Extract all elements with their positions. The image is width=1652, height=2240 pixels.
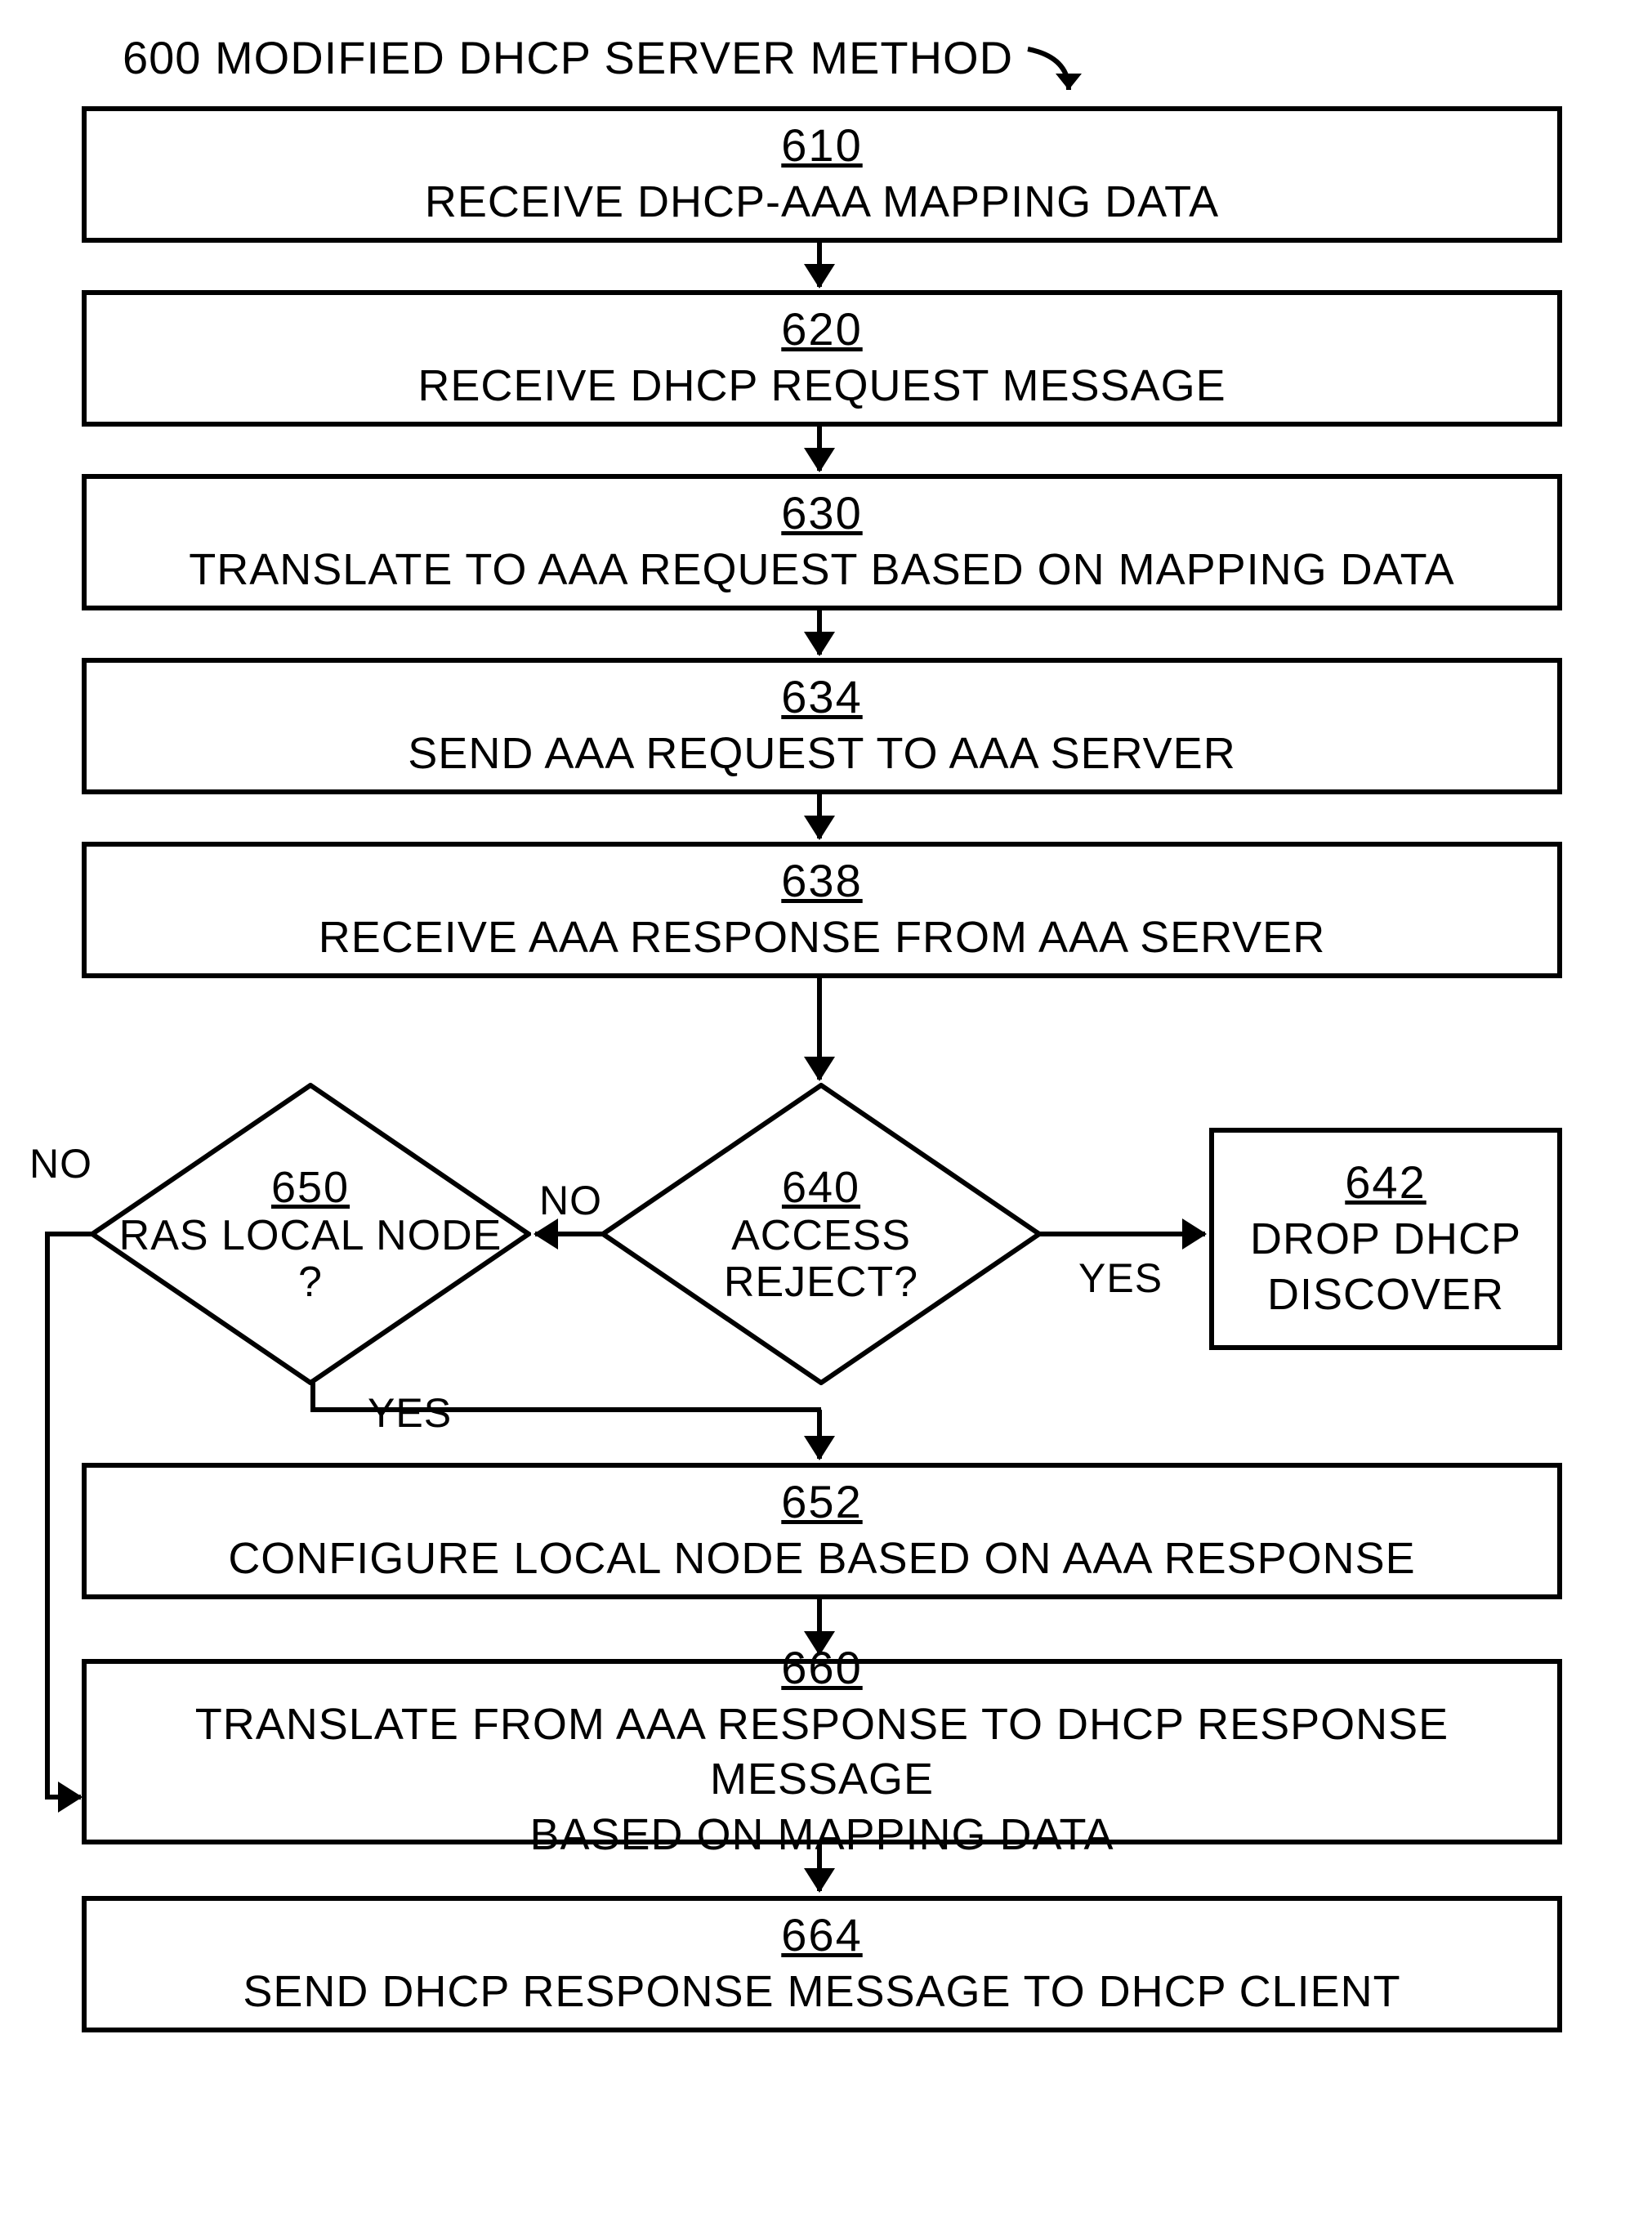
step-number: 634 <box>781 670 862 723</box>
arrow-left-icon <box>535 1232 605 1236</box>
step-660: 660 TRANSLATE FROM AAA RESPONSE TO DHCP … <box>82 1659 1562 1844</box>
step-number: 664 <box>781 1908 862 1961</box>
connector-line <box>310 1383 315 1407</box>
step-642: 642 DROP DHCP DISCOVER <box>1209 1128 1562 1350</box>
step-text: TRANSLATE TO AAA REQUEST BASED ON MAPPIN… <box>189 543 1454 598</box>
arrow-down-icon <box>817 789 822 838</box>
connector-line <box>45 1232 50 1800</box>
step-number: 630 <box>781 486 862 539</box>
step-text: DROP DHCP DISCOVER <box>1250 1212 1521 1322</box>
step-text: RECEIVE DHCP-AAA MAPPING DATA <box>425 175 1219 230</box>
step-text: SEND AAA REQUEST TO AAA SERVER <box>408 727 1235 782</box>
step-610: 610 RECEIVE DHCP-AAA MAPPING DATA <box>82 106 1562 243</box>
step-number: 652 <box>781 1475 862 1528</box>
step-number: 660 <box>781 1641 862 1694</box>
arrow-right-icon <box>45 1795 81 1800</box>
label-yes: YES <box>1078 1254 1163 1302</box>
label-no: NO <box>539 1177 602 1224</box>
step-number: 640 <box>782 1162 860 1213</box>
step-630: 630 TRANSLATE TO AAA REQUEST BASED ON MA… <box>82 474 1562 610</box>
arrow-down-icon <box>817 238 822 287</box>
step-638: 638 RECEIVE AAA RESPONSE FROM AAA SERVER <box>82 842 1562 978</box>
step-text: ACCESS REJECT? <box>724 1213 918 1306</box>
connector-line <box>310 1407 821 1412</box>
arrow-down-icon <box>817 1840 822 1891</box>
step-652: 652 CONFIGURE LOCAL NODE BASED ON AAA RE… <box>82 1463 1562 1599</box>
step-number: 620 <box>781 302 862 355</box>
decision-640: 640 ACCESS REJECT? <box>601 1083 1042 1385</box>
decision-650: 650 RAS LOCAL NODE ? <box>90 1083 531 1385</box>
arrow-down-icon <box>817 973 822 1080</box>
step-text: RECEIVE DHCP REQUEST MESSAGE <box>417 359 1226 414</box>
title-arrow-icon <box>1020 41 1101 114</box>
step-text: TRANSLATE FROM AAA RESPONSE TO DHCP RESP… <box>87 1697 1557 1863</box>
step-number: 638 <box>781 854 862 907</box>
step-620: 620 RECEIVE DHCP REQUEST MESSAGE <box>82 290 1562 427</box>
connector-line <box>45 1232 94 1236</box>
step-number: 610 <box>781 118 862 172</box>
arrow-right-icon <box>1038 1232 1205 1236</box>
step-664: 664 SEND DHCP RESPONSE MESSAGE TO DHCP C… <box>82 1896 1562 2032</box>
step-text: RECEIVE AAA RESPONSE FROM AAA SERVER <box>319 910 1325 966</box>
label-yes: YES <box>368 1389 452 1437</box>
arrow-down-icon <box>817 606 822 655</box>
label-no: NO <box>29 1140 92 1187</box>
step-text: RAS LOCAL NODE ? <box>119 1213 502 1306</box>
step-634: 634 SEND AAA REQUEST TO AAA SERVER <box>82 658 1562 794</box>
arrow-down-icon <box>817 1410 822 1459</box>
arrow-down-icon <box>817 422 822 471</box>
step-text: SEND DHCP RESPONSE MESSAGE TO DHCP CLIEN… <box>243 1965 1400 2020</box>
step-number: 650 <box>271 1162 350 1213</box>
step-text: CONFIGURE LOCAL NODE BASED ON AAA RESPON… <box>228 1531 1415 1587</box>
diagram-title: 600 MODIFIED DHCP SERVER METHOD <box>123 31 1013 84</box>
step-number: 642 <box>1345 1156 1426 1209</box>
